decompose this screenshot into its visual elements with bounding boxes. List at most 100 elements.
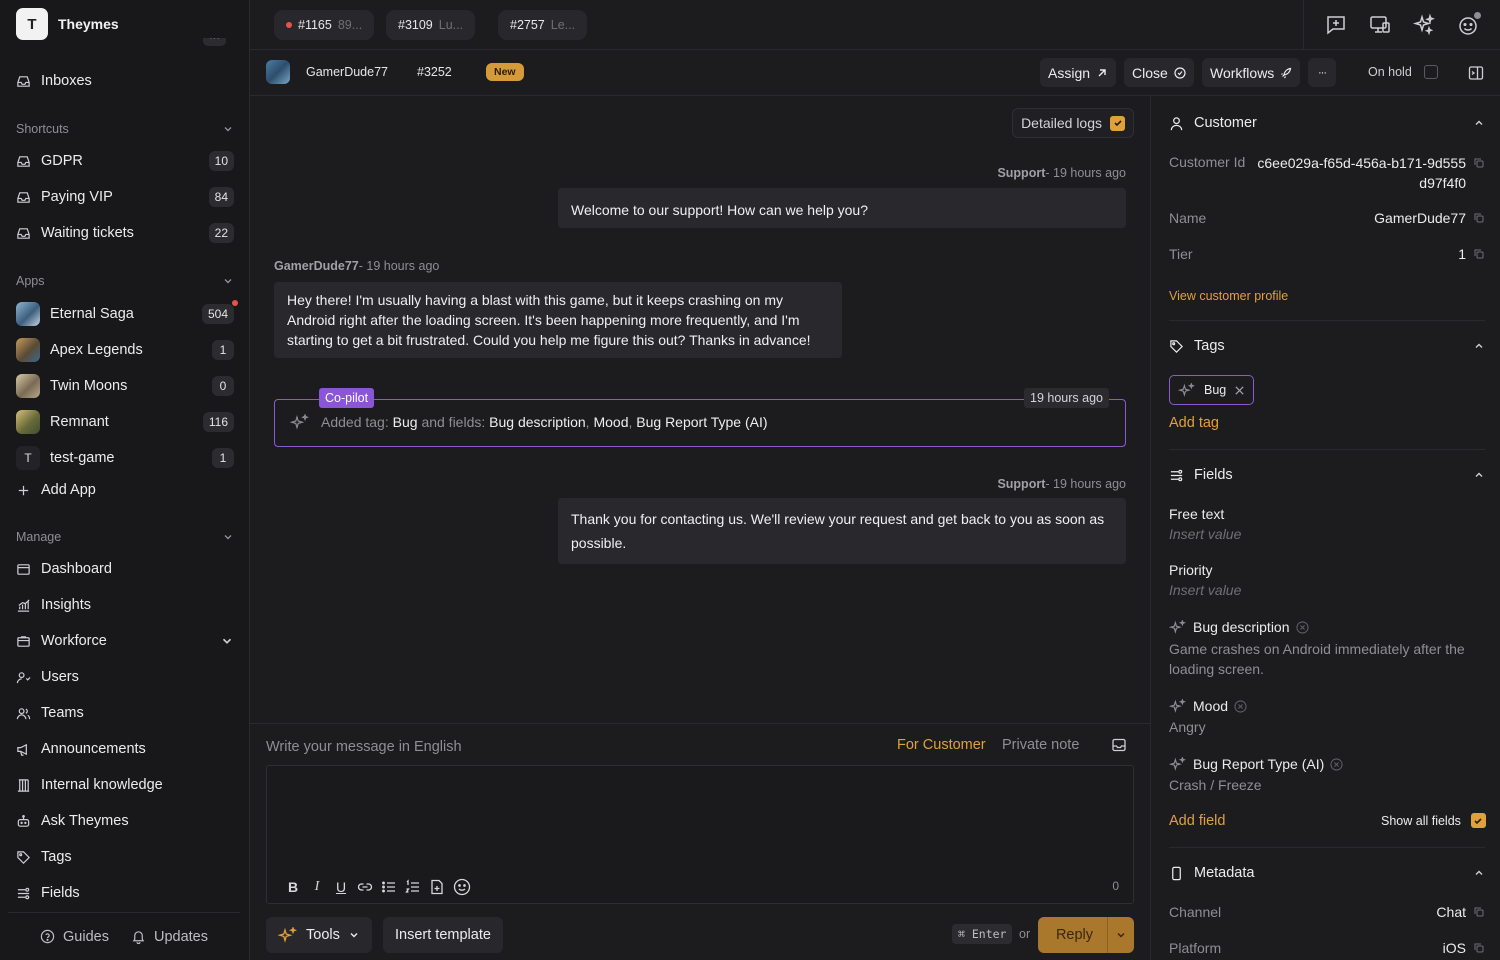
sidebar-item-paying-vip[interactable]: Paying VIP 84 bbox=[16, 182, 234, 212]
sidebar-item-workforce[interactable]: Workforce bbox=[16, 626, 234, 656]
customer-section-header[interactable]: Customer bbox=[1169, 115, 1485, 131]
sidebar-item-tags[interactable]: Tags bbox=[16, 842, 234, 872]
sidebar-item-insights[interactable]: Insights bbox=[16, 590, 234, 620]
copy-icon[interactable] bbox=[1474, 907, 1484, 917]
bullet-list-icon[interactable] bbox=[381, 879, 397, 895]
sidebar-item-announcements[interactable]: Announcements bbox=[16, 734, 234, 764]
on-hold-toggle[interactable]: On hold bbox=[1368, 65, 1438, 79]
add-app-button[interactable]: Add App bbox=[16, 475, 234, 505]
sidebar-item-inboxes[interactable]: Inboxes bbox=[16, 66, 234, 96]
updates-button[interactable]: Updates bbox=[131, 929, 208, 945]
show-all-fields-checkbox[interactable] bbox=[1470, 813, 1486, 828]
field-bug-report-type-value[interactable]: Crash / Freeze bbox=[1169, 775, 1479, 795]
count-badge: 84 bbox=[208, 187, 234, 207]
copy-icon[interactable] bbox=[1474, 249, 1484, 259]
tags-section-header[interactable]: Tags bbox=[1169, 338, 1485, 354]
sparkles-icon[interactable] bbox=[1412, 13, 1436, 37]
apps-section-header[interactable]: Apps bbox=[16, 274, 234, 288]
platform-label: Platform bbox=[1169, 940, 1222, 956]
bold-icon[interactable]: B bbox=[285, 879, 301, 895]
message-editor[interactable]: B I U 0 bbox=[266, 765, 1134, 904]
italic-icon[interactable]: I bbox=[309, 879, 325, 895]
platform-value: iOS bbox=[1443, 938, 1484, 958]
ticket-customer-name[interactable]: GamerDude77 bbox=[306, 65, 388, 79]
app-avatar bbox=[16, 374, 40, 398]
new-message-icon[interactable] bbox=[1324, 13, 1348, 37]
sidebar-item-internal-knowledge[interactable]: Internal knowledge bbox=[16, 770, 234, 800]
reply-options-button[interactable] bbox=[1108, 929, 1134, 941]
sidebar-item-label: Announcements bbox=[41, 741, 146, 757]
sidebar-app-twin-moons[interactable]: Twin Moons 0 bbox=[16, 371, 234, 401]
message-bubble-outgoing: Welcome to our support! How can we help … bbox=[558, 188, 1126, 228]
shortcuts-section-header[interactable]: Shortcuts bbox=[16, 122, 234, 136]
chevron-down-icon bbox=[224, 127, 232, 132]
clear-field-icon[interactable] bbox=[1330, 757, 1343, 771]
field-bug-description-value[interactable]: Game crashes on Android immediately afte… bbox=[1169, 639, 1479, 679]
workflows-button[interactable]: Workflows bbox=[1202, 58, 1301, 87]
add-field-link[interactable]: Add field bbox=[1169, 813, 1225, 829]
meta-separator: - bbox=[1045, 166, 1054, 180]
link-icon[interactable] bbox=[357, 879, 373, 895]
app-window: T Theymes ··· Inboxes Shortcuts GDPR 10 … bbox=[0, 0, 1500, 960]
more-actions-button[interactable]: ··· bbox=[1308, 58, 1336, 87]
show-all-fields-toggle[interactable]: Show all fields bbox=[1381, 813, 1486, 828]
chevron-down-icon[interactable] bbox=[220, 634, 234, 648]
emoji-icon[interactable] bbox=[453, 878, 471, 896]
detailed-logs-checkbox[interactable] bbox=[1110, 115, 1125, 131]
add-tag-link[interactable]: Add tag bbox=[1169, 415, 1219, 431]
guides-button[interactable]: Guides bbox=[40, 929, 109, 945]
sidebar-app-test-game[interactable]: T test-game 1 bbox=[16, 443, 234, 473]
underline-icon[interactable]: U bbox=[333, 879, 349, 895]
on-hold-checkbox[interactable] bbox=[1423, 65, 1438, 79]
message-meta: Support- 19 hours ago bbox=[997, 166, 1126, 180]
sidebar-item-dashboard[interactable]: Dashboard bbox=[16, 554, 234, 584]
metadata-section-header[interactable]: Metadata bbox=[1169, 865, 1485, 881]
reply-button[interactable]: Reply bbox=[1038, 917, 1134, 953]
megaphone-icon bbox=[17, 743, 27, 756]
ticket-tab[interactable]: #2757 Le... bbox=[498, 10, 588, 40]
add-app-label: Add App bbox=[41, 482, 96, 498]
attach-file-icon[interactable] bbox=[429, 879, 445, 895]
sidebar-app-apex-legends[interactable]: Apex Legends 1 bbox=[16, 335, 234, 365]
copy-icon[interactable] bbox=[1474, 213, 1484, 223]
close-icon[interactable] bbox=[1234, 385, 1245, 396]
insert-template-button[interactable]: Insert template bbox=[383, 917, 503, 953]
sidebar-toggle-icon[interactable] bbox=[1468, 65, 1484, 81]
sidebar-item-waiting-tickets[interactable]: Waiting tickets 22 bbox=[16, 218, 234, 248]
assign-button[interactable]: Assign bbox=[1040, 58, 1117, 87]
field-label-text: Bug description bbox=[1193, 619, 1290, 635]
sidebar-item-fields[interactable]: Fields bbox=[16, 878, 234, 908]
library-icon bbox=[17, 778, 30, 792]
close-ticket-button[interactable]: Close bbox=[1124, 58, 1194, 87]
clear-field-icon[interactable] bbox=[1295, 620, 1309, 634]
workspace-switcher[interactable]: T Theymes bbox=[16, 8, 119, 40]
sidebar-item-users[interactable]: Users bbox=[16, 662, 234, 692]
template-panel-icon[interactable] bbox=[1111, 737, 1127, 753]
sidebar-item-partial[interactable]: ··· bbox=[16, 38, 232, 52]
user-status-button[interactable] bbox=[1456, 12, 1481, 37]
tab-private-note[interactable]: Private note bbox=[1002, 737, 1079, 753]
view-customer-profile-link[interactable]: View customer profile bbox=[1169, 289, 1288, 303]
field-mood-value[interactable]: Angry bbox=[1169, 717, 1479, 737]
devices-icon[interactable] bbox=[1368, 13, 1392, 37]
sidebar-item-gdpr[interactable]: GDPR 10 bbox=[16, 146, 234, 176]
message-meta: Support- 19 hours ago bbox=[997, 477, 1126, 491]
tab-for-customer[interactable]: For Customer bbox=[897, 737, 986, 753]
sidebar-item-teams[interactable]: Teams bbox=[16, 698, 234, 728]
ticket-tab[interactable]: #1165 89... bbox=[274, 10, 375, 40]
copy-icon[interactable] bbox=[1474, 943, 1484, 953]
sidebar-app-remnant[interactable]: Remnant 116 bbox=[16, 407, 234, 437]
field-free-text-value[interactable]: Insert value bbox=[1169, 524, 1479, 544]
manage-section-header[interactable]: Manage bbox=[16, 530, 234, 544]
numbered-list-icon[interactable] bbox=[405, 879, 421, 895]
copy-icon[interactable] bbox=[1474, 158, 1484, 168]
tools-button[interactable]: Tools bbox=[266, 917, 372, 953]
clear-field-icon[interactable] bbox=[1234, 699, 1247, 713]
sparkles-icon bbox=[1178, 383, 1195, 397]
detailed-logs-toggle[interactable]: Detailed logs bbox=[1012, 108, 1134, 138]
sidebar-item-ask-theymes[interactable]: Ask Theymes bbox=[16, 806, 234, 836]
sidebar-app-eternal-saga[interactable]: Eternal Saga 504 bbox=[16, 299, 238, 329]
ticket-tab[interactable]: #3109 Lu... bbox=[386, 10, 476, 40]
fields-section-header[interactable]: Fields bbox=[1169, 467, 1485, 483]
field-priority-value[interactable]: Insert value bbox=[1169, 580, 1479, 600]
